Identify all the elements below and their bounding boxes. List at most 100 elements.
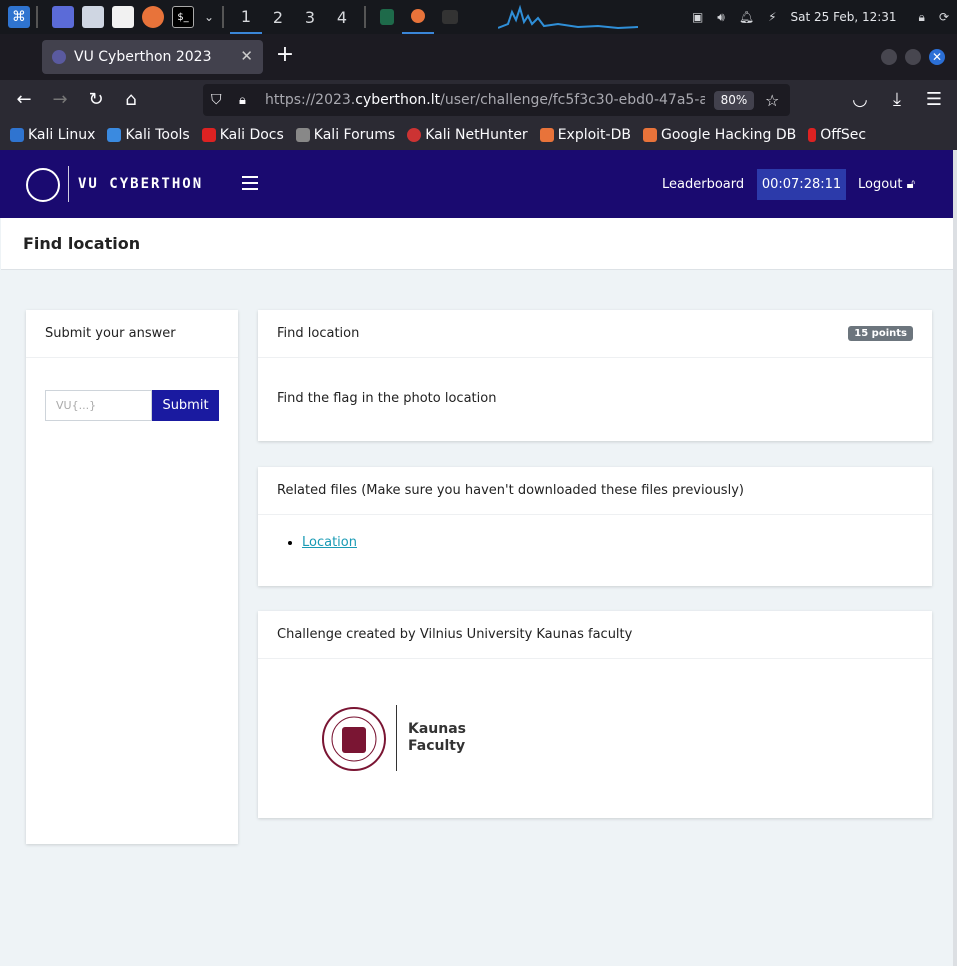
bookmark-star-icon[interactable]: ☆ [765, 91, 779, 110]
bookmark-exploit-db[interactable]: Exploit-DB [539, 127, 631, 143]
bookmark-google-hacking-db[interactable]: Google Hacking DB [642, 127, 796, 143]
tab-title: VU Cyberthon 2023 [74, 49, 212, 65]
lock-icon: 🔓︎ [906, 177, 916, 192]
lock-icon[interactable]: 🔒︎ [919, 10, 925, 25]
submit-button[interactable]: Submit [152, 390, 219, 421]
exploit-db-icon [539, 128, 554, 142]
creator-card-header: Challenge created by Vilnius University … [258, 611, 932, 659]
bookmark-offsec[interactable]: OffSec [808, 127, 866, 143]
menu-icon[interactable]: ☰ [922, 88, 946, 112]
firefox-icon[interactable] [142, 6, 164, 28]
chevron-down-icon[interactable]: ⌄ [202, 6, 216, 28]
logout-session-icon[interactable]: ⟳ [939, 10, 949, 24]
offsec-icon [808, 128, 817, 142]
logo-text: Kaunas Faculty [408, 721, 466, 755]
leaderboard-link[interactable]: Leaderboard [662, 177, 744, 192]
workspace-4[interactable]: 4 [326, 0, 358, 34]
page-scrollbar[interactable] [953, 150, 957, 966]
challenge-card: Find location 15 points Find the flag in… [258, 310, 932, 441]
zoom-level-button[interactable]: 80% [714, 91, 754, 110]
vu-kaunas-logo: Kaunas Faculty [322, 703, 466, 775]
taskbar-divider [222, 6, 224, 28]
taskbar-divider [364, 6, 366, 28]
cpu-graph-icon [498, 4, 638, 30]
challenge-title: Find location [277, 326, 360, 341]
pocket-icon[interactable]: ◡ [848, 88, 872, 112]
brand-name[interactable]: VU CYBERTHON [78, 176, 203, 192]
downloads-icon[interactable]: ⤓ [885, 88, 909, 112]
close-window-button[interactable]: ✕ [929, 49, 945, 65]
files-card: Related files (Make sure you haven't dow… [258, 467, 932, 586]
bookmark-kali-linux[interactable]: Kali Linux [10, 127, 95, 143]
vu-seal-icon [322, 707, 386, 771]
firefox-window-icon[interactable] [402, 0, 434, 34]
clock[interactable]: Sat 25 Feb, 12:31 [791, 10, 897, 24]
creator-card: Challenge created by Vilnius University … [258, 611, 932, 818]
page-title-bar: Find location [1, 218, 954, 270]
site-favicon-icon [52, 50, 66, 64]
points-badge: 15 points [848, 326, 913, 341]
hamburger-menu-icon[interactable] [242, 176, 258, 194]
files-icon[interactable] [82, 6, 104, 28]
logo-divider [396, 705, 397, 771]
files-card-header: Related files (Make sure you haven't dow… [258, 467, 932, 515]
bell-icon[interactable]: 🔔︎ [739, 10, 754, 24]
nethunter-icon [407, 128, 422, 142]
terminal-icon[interactable]: $_ [172, 6, 194, 28]
padlock-icon[interactable]: 🔒︎ [239, 93, 246, 108]
list-item: Location [302, 535, 932, 550]
power-icon[interactable]: ⚡︎ [768, 10, 776, 24]
taskbar-divider [36, 6, 38, 28]
bookmarks-bar: Kali Linux Kali Tools Kali Docs Kali For… [0, 120, 957, 150]
challenge-description: Find the flag in the photo location [277, 391, 497, 406]
bookmark-kali-docs[interactable]: Kali Docs [201, 127, 284, 143]
close-tab-icon[interactable]: ✕ [240, 47, 253, 65]
app-window-icon[interactable] [380, 9, 394, 25]
file-link-location[interactable]: Location [302, 535, 357, 550]
minimize-window-button[interactable] [881, 49, 897, 65]
desktop-icon[interactable] [52, 6, 74, 28]
kali-forums-icon [295, 128, 310, 142]
os-taskbar: ⌘ $_ ⌄ 1 2 3 4 ▣ 🔊︎ 🔔︎ ⚡︎ Sat 25 Feb, 12… [0, 0, 957, 34]
kali-docs-icon [201, 128, 216, 142]
bookmark-kali-nethunter[interactable]: Kali NetHunter [407, 127, 528, 143]
answer-card-header: Submit your answer [26, 310, 238, 358]
screen-icon[interactable]: ▣ [692, 10, 703, 24]
back-button[interactable]: ← [12, 88, 36, 112]
terminal-window-icon[interactable] [442, 10, 458, 24]
browser-tab-strip: VU Cyberthon 2023 ✕ + ✕ [0, 34, 957, 80]
challenge-card-header: Find location [258, 310, 932, 358]
kali-tools-icon [107, 128, 122, 142]
home-button[interactable]: ⌂ [119, 88, 143, 112]
kali-dragon-icon [10, 128, 24, 142]
flag-input[interactable]: VU{...} [45, 390, 152, 421]
browser-tab-active[interactable]: VU Cyberthon 2023 ✕ [42, 40, 263, 74]
logo-text-line2: Faculty [408, 738, 466, 754]
shield-icon[interactable]: ⛉ [211, 92, 222, 108]
new-tab-button[interactable]: + [275, 44, 295, 68]
volume-icon[interactable]: 🔊︎ [717, 10, 725, 25]
countdown-timer: 00:07:28:11 [757, 169, 846, 200]
page-title: Find location [23, 234, 141, 253]
kali-menu-icon[interactable]: ⌘ [8, 6, 30, 28]
ghdb-icon [642, 128, 657, 142]
forward-button[interactable]: → [48, 88, 72, 112]
url-bar[interactable]: ⛉ 🔒︎ https://2023.cyberthon.lt/user/chal… [203, 84, 790, 116]
maximize-window-button[interactable] [905, 49, 921, 65]
logo-divider [68, 166, 69, 202]
bookmark-kali-tools[interactable]: Kali Tools [107, 127, 190, 143]
workspace-2[interactable]: 2 [262, 0, 294, 34]
site-header: VU CYBERTHON Leaderboard 00:07:28:11 Log… [0, 150, 957, 218]
reload-button[interactable]: ↻ [84, 88, 108, 112]
workspace-1[interactable]: 1 [230, 0, 262, 34]
bookmark-kali-forums[interactable]: Kali Forums [295, 127, 395, 143]
answer-card: Submit your answer VU{...} Submit [26, 310, 238, 844]
file-list: Location [258, 515, 932, 550]
text-editor-icon[interactable] [112, 6, 134, 28]
logout-link[interactable]: Logout 🔓︎ [858, 177, 915, 192]
browser-navbar: ← → ↻ ⌂ ⛉ 🔒︎ https://2023.cyberthon.lt/u… [0, 80, 957, 120]
workspace-3[interactable]: 3 [294, 0, 326, 34]
logo-text-line1: Kaunas [408, 721, 467, 737]
cyberthon-logo-icon[interactable] [26, 168, 60, 202]
url-text[interactable]: https://2023.cyberthon.lt/user/challenge… [265, 92, 705, 108]
